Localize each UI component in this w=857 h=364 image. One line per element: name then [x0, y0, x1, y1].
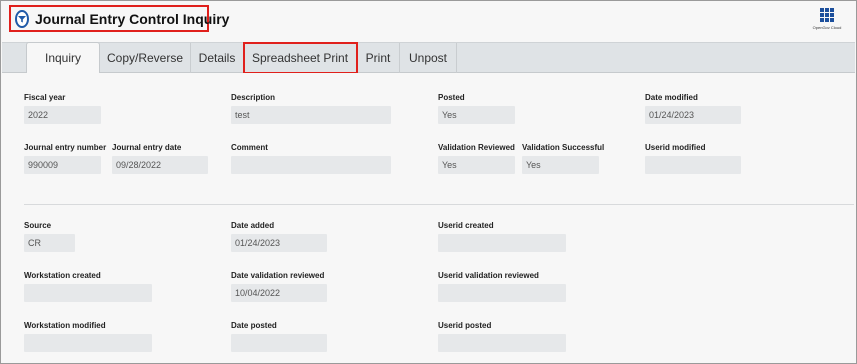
userid-validation-reviewed-input[interactable] — [438, 284, 566, 302]
date-validation-reviewed-label: Date validation reviewed — [231, 271, 325, 280]
userid-modified-field: Userid modified — [645, 143, 741, 174]
date-added-label: Date added — [231, 221, 275, 230]
tab-copy-reverse[interactable]: Copy/Reverse — [100, 43, 191, 73]
userid-posted-field: Userid posted — [438, 321, 566, 352]
description-label: Description — [231, 93, 276, 102]
date-modified-field: Date modified 01/24/2023 — [645, 93, 741, 124]
fiscal-year-label: Fiscal year — [24, 93, 66, 102]
title-highlight: Journal Entry Control Inquiry — [9, 5, 229, 32]
workstation-modified-input[interactable] — [24, 334, 152, 352]
posted-field: Posted Yes — [438, 93, 515, 124]
app-launcher-label: OpenGov Cloud — [812, 25, 842, 30]
tab-inquiry[interactable]: Inquiry — [26, 42, 100, 73]
date-added-input[interactable]: 01/24/2023 — [231, 234, 327, 252]
description-input[interactable]: test — [231, 106, 391, 124]
validation-reviewed-label: Validation Reviewed — [438, 143, 515, 152]
userid-modified-label: Userid modified — [645, 143, 706, 152]
fiscal-year-input[interactable]: 2022 — [24, 106, 101, 124]
date-posted-input[interactable] — [231, 334, 327, 352]
userid-validation-reviewed-field: Userid validation reviewed — [438, 271, 566, 302]
tab-spreadsheet-print[interactable]: Spreadsheet Print — [243, 42, 358, 74]
validation-reviewed-input[interactable]: Yes — [438, 156, 515, 174]
posted-label: Posted — [438, 93, 465, 102]
source-input[interactable]: CR — [24, 234, 75, 252]
tab-print[interactable]: Print — [357, 43, 400, 73]
date-validation-reviewed-field: Date validation reviewed 10/04/2022 — [231, 271, 327, 302]
workstation-created-label: Workstation created — [24, 271, 101, 280]
date-modified-input[interactable]: 01/24/2023 — [645, 106, 741, 124]
journal-entry-date-field: Journal entry date 09/28/2022 — [112, 143, 208, 174]
journal-entry-number-field: Journal entry number 990009 — [24, 143, 106, 174]
workstation-modified-field: Workstation modified — [24, 321, 152, 352]
source-label: Source — [24, 221, 52, 230]
workstation-modified-label: Workstation modified — [24, 321, 106, 330]
journal-entry-date-input[interactable]: 09/28/2022 — [112, 156, 208, 174]
comment-label: Comment — [231, 143, 268, 152]
source-field: Source CR — [24, 221, 75, 252]
date-added-field: Date added 01/24/2023 — [231, 221, 327, 252]
userid-created-label: Userid created — [438, 221, 494, 230]
validation-successful-field: Validation Successful Yes — [522, 143, 604, 174]
workstation-created-input[interactable] — [24, 284, 152, 302]
validation-successful-input[interactable]: Yes — [522, 156, 599, 174]
section-divider — [24, 204, 854, 205]
validation-successful-label: Validation Successful — [522, 143, 605, 152]
filter-circle-icon[interactable] — [15, 9, 29, 28]
page-title: Journal Entry Control Inquiry — [35, 10, 230, 27]
workstation-created-field: Workstation created — [24, 271, 152, 302]
date-validation-reviewed-input[interactable]: 10/04/2022 — [231, 284, 327, 302]
validation-reviewed-field: Validation Reviewed Yes — [438, 143, 515, 174]
comment-field: Comment — [231, 143, 391, 174]
userid-modified-input[interactable] — [645, 156, 741, 174]
tab-details[interactable]: Details — [191, 43, 244, 73]
journal-entry-number-input[interactable]: 990009 — [24, 156, 101, 174]
userid-validation-reviewed-label: Userid validation reviewed — [438, 271, 539, 280]
fiscal-year-field: Fiscal year 2022 — [24, 93, 101, 124]
userid-created-input[interactable] — [438, 234, 566, 252]
description-field: Description test — [231, 93, 391, 124]
date-modified-label: Date modified — [645, 93, 698, 102]
posted-input[interactable]: Yes — [438, 106, 515, 124]
tab-bar: Inquiry Copy/Reverse Details Spreadsheet… — [2, 42, 855, 74]
userid-created-field: Userid created — [438, 221, 566, 252]
userid-posted-input[interactable] — [438, 334, 566, 352]
date-posted-field: Date posted — [231, 321, 327, 352]
window: Journal Entry Control Inquiry OpenGov Cl… — [0, 0, 857, 364]
comment-input[interactable] — [231, 156, 391, 174]
date-posted-label: Date posted — [231, 321, 277, 330]
page-header: Journal Entry Control Inquiry OpenGov Cl… — [2, 2, 855, 42]
journal-entry-date-label: Journal entry date — [112, 143, 182, 152]
userid-posted-label: Userid posted — [438, 321, 492, 330]
journal-entry-number-label: Journal entry number — [24, 143, 107, 152]
grid-icon — [820, 8, 834, 22]
app-launcher-button[interactable]: OpenGov Cloud — [809, 7, 845, 37]
tab-unpost[interactable]: Unpost — [400, 43, 457, 73]
inquiry-form: Fiscal year 2022 Description test Posted… — [2, 73, 855, 363]
